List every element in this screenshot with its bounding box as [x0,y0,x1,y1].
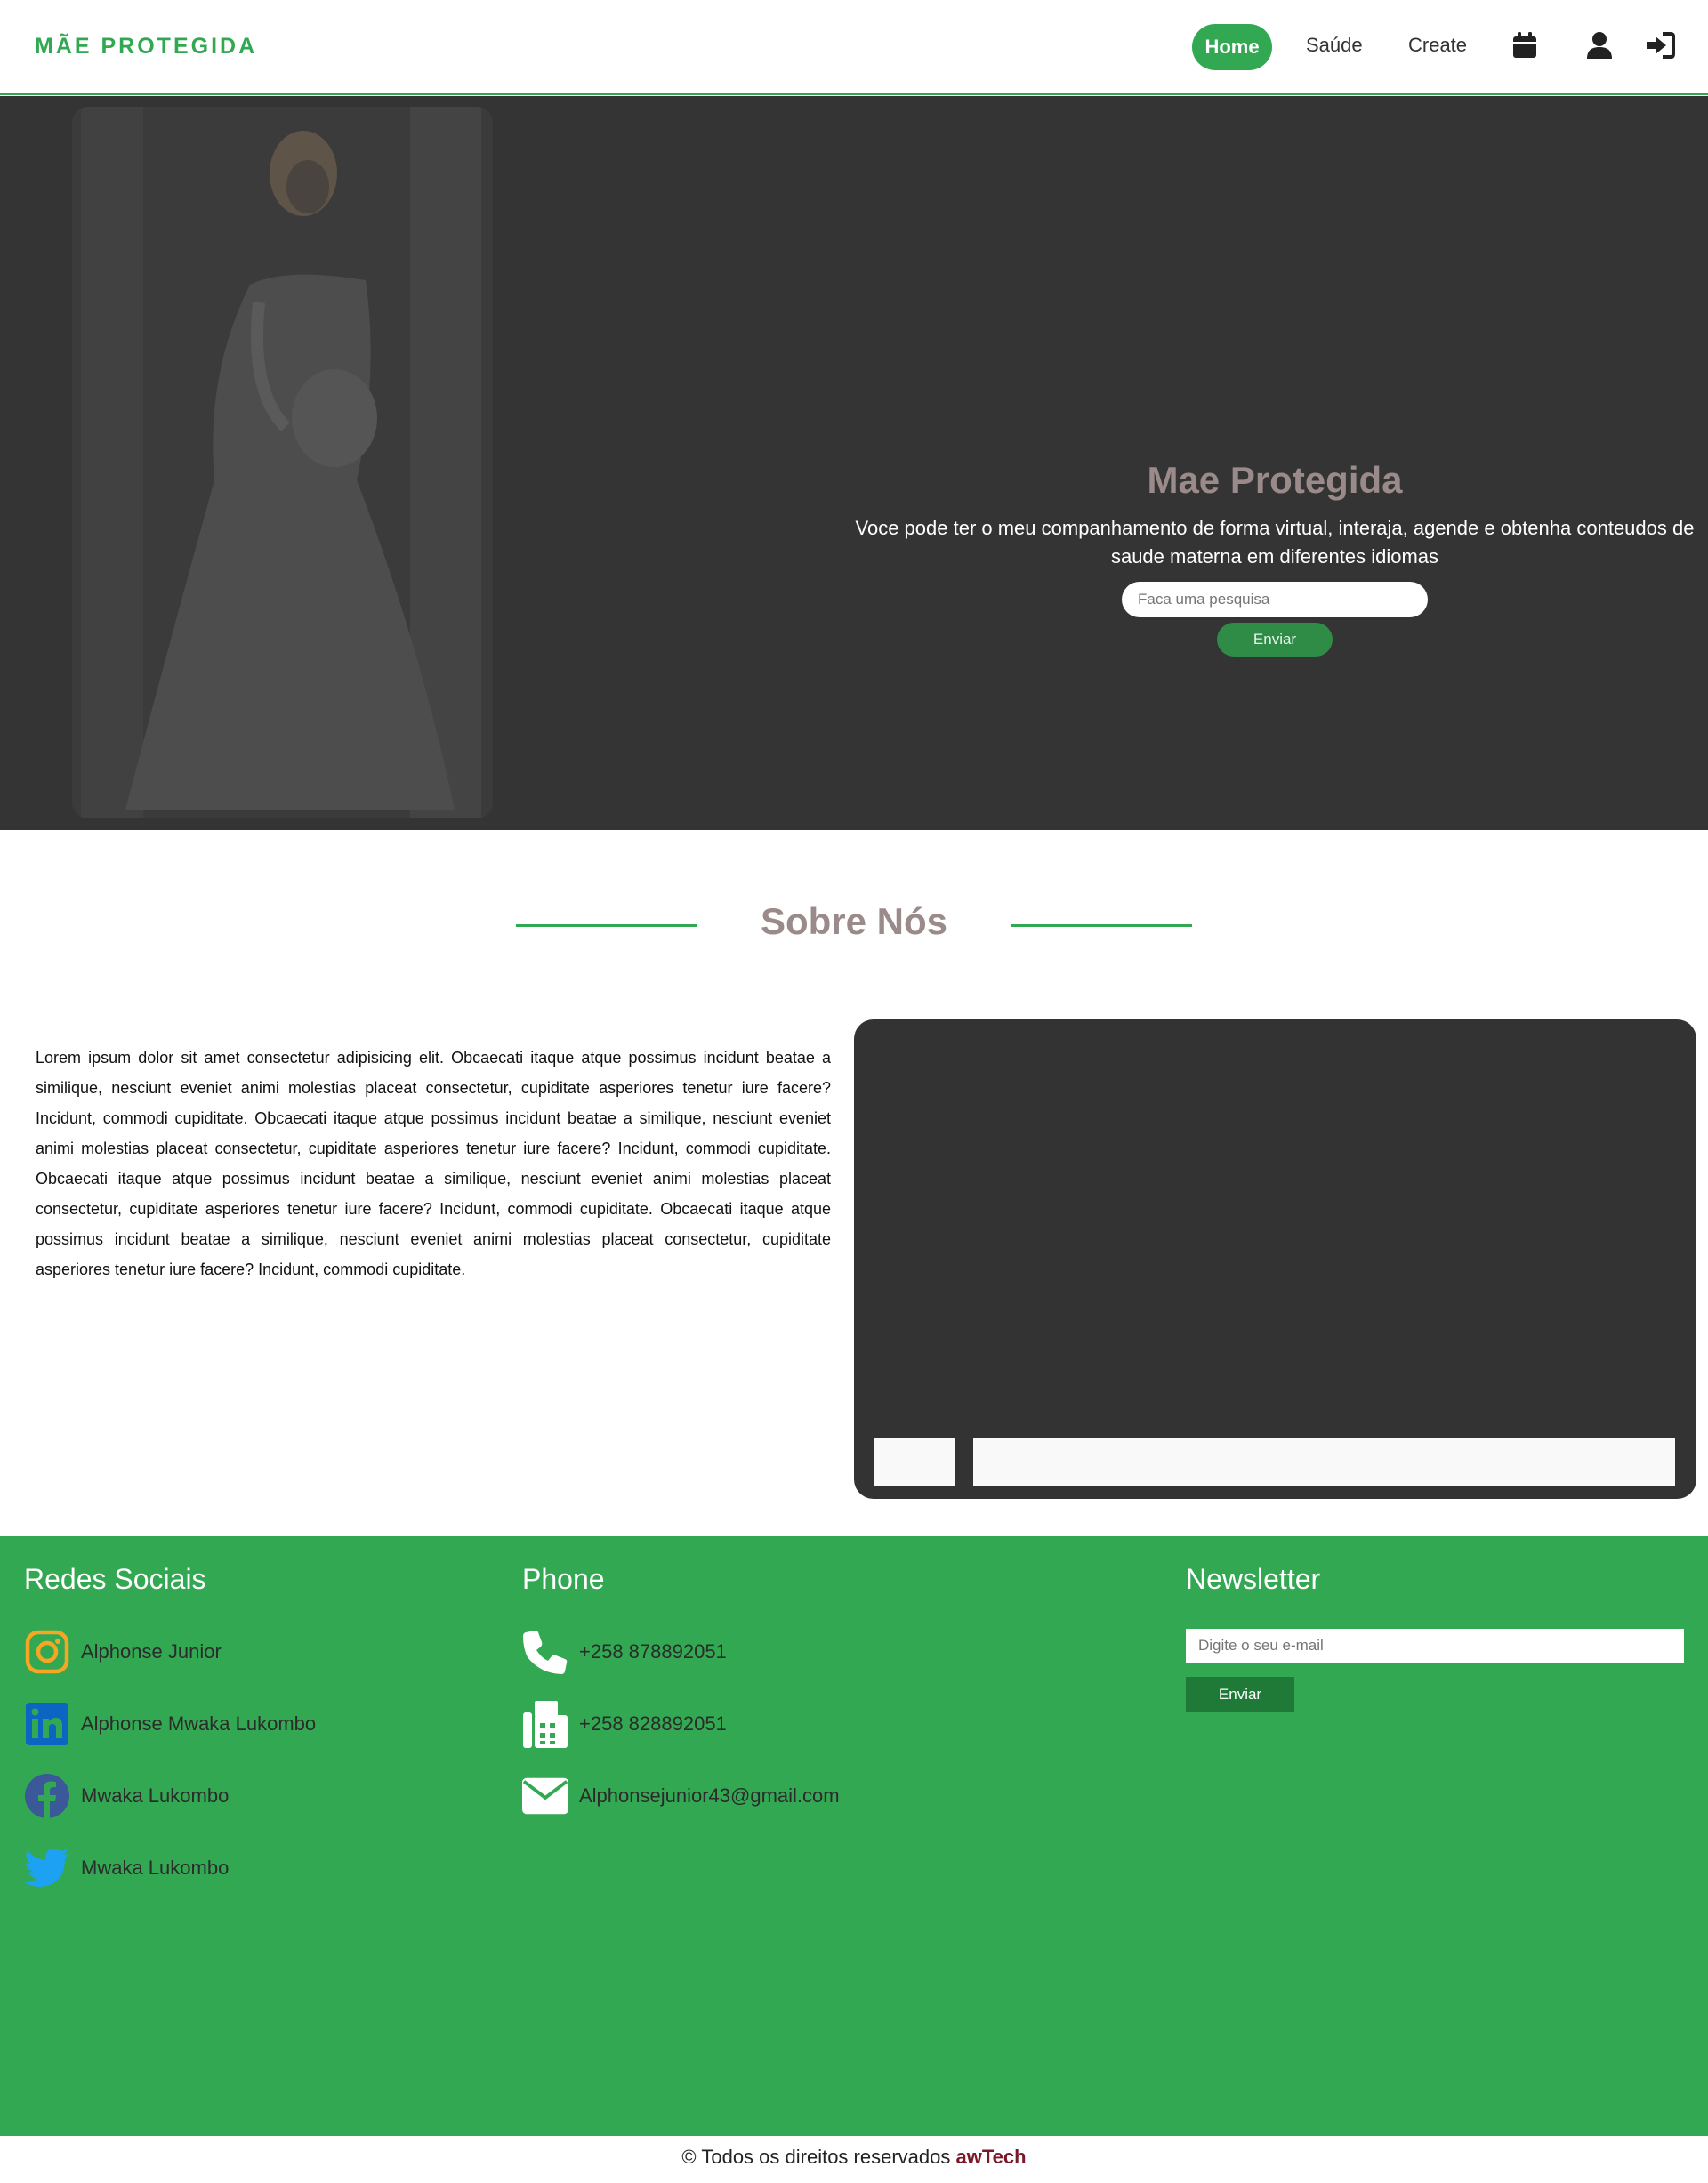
copyright-text: © Todos os direitos reservados [681,2146,956,2168]
login-icon[interactable] [1644,29,1676,61]
facebook-icon [24,1773,70,1819]
social-instagram-label: Alphonse Junior [81,1640,222,1663]
social-instagram[interactable]: Alphonse Junior [24,1629,222,1675]
about-text: Lorem ipsum dolor sit amet consectetur a… [36,1049,831,1278]
social-twitter[interactable]: Mwaka Lukombo [24,1845,229,1891]
phone-title: Phone [522,1563,605,1595]
social-facebook-label: Mwaka Lukombo [81,1784,230,1807]
navbar: MÃE PROTEGIDA Home Saúde Create [0,0,1708,95]
linkedin-icon [24,1701,70,1747]
contact-fax[interactable]: +258 828892051 [522,1701,727,1748]
envelope-icon [522,1773,568,1819]
video-progress-bar[interactable] [973,1438,1675,1486]
nav-create-link[interactable]: Create [1408,34,1467,57]
twitter-icon [24,1845,70,1891]
copyright-brand[interactable]: awTech [956,2146,1027,2168]
video-control-play[interactable] [874,1438,955,1486]
brand-logo[interactable]: MÃE PROTEGIDA [35,34,257,60]
social-linkedin[interactable]: Alphonse Mwaka Lukombo [24,1701,316,1747]
nav-home-link[interactable]: Home [1192,24,1272,70]
social-facebook[interactable]: Mwaka Lukombo [24,1773,229,1819]
footer: Redes Sociais Alphonse Junior Alphonse M… [0,1536,1708,2136]
calendar-icon[interactable] [1509,29,1541,61]
contact-email[interactable]: Alphonsejunior43@gmail.com [522,1773,840,1819]
hero-submit-button[interactable]: Enviar [1217,623,1333,657]
newsletter-submit-button[interactable]: Enviar [1186,1677,1294,1712]
copyright: © Todos os direitos reservados awTech [0,2146,1708,2169]
social-twitter-label: Mwaka Lukombo [81,1857,230,1879]
user-icon[interactable] [1583,29,1615,61]
social-title: Redes Sociais [24,1563,206,1595]
instagram-icon [24,1629,70,1675]
newsletter-title: Newsletter [1186,1563,1321,1595]
social-linkedin-label: Alphonse Mwaka Lukombo [81,1712,317,1735]
about-title: Sobre Nós [760,900,948,942]
fax-icon [522,1701,568,1748]
hero-title: Mae Protegida [1147,459,1403,501]
video-player[interactable] [854,1019,1696,1499]
contact-phone[interactable]: +258 878892051 [522,1629,727,1675]
title-divider-left [516,924,697,927]
phone-icon [522,1629,568,1675]
hero-description: Voce pode ter o meu companhamento de for… [855,517,1695,568]
contact-fax-label: +258 828892051 [579,1712,727,1735]
pregnant-woman-photo [72,107,493,818]
hero-search-input[interactable] [1122,582,1428,617]
hero-section: Mae Protegida Voce pode ter o meu compan… [0,96,1708,830]
contact-email-label: Alphonsejunior43@gmail.com [579,1784,840,1807]
contact-phone-label: +258 878892051 [579,1640,727,1663]
newsletter-email-input[interactable] [1186,1629,1684,1663]
title-divider-right [1011,924,1192,927]
nav-saude-link[interactable]: Saúde [1306,34,1363,57]
